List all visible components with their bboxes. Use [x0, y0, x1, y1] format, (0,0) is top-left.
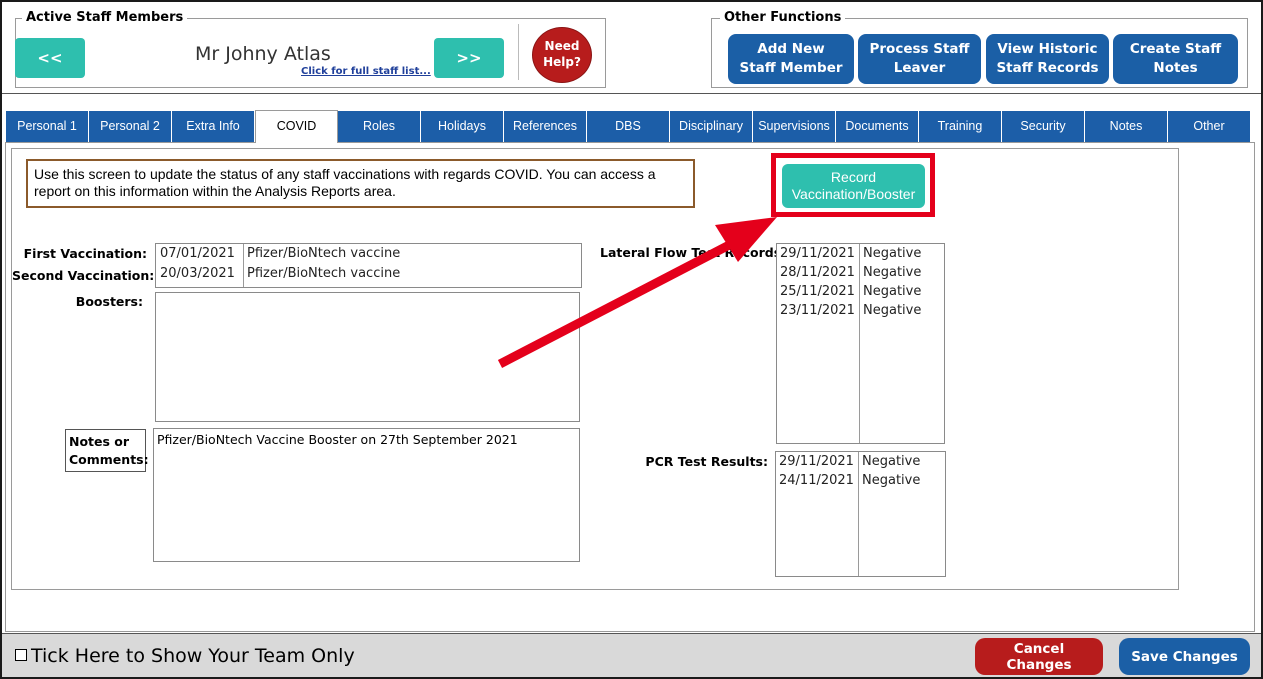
process-staff-leaver-button[interactable]: Process Staff Leaver	[858, 34, 981, 84]
btn-line: Record	[830, 169, 877, 185]
date: 29/11/2021	[780, 246, 855, 261]
save-changes-button[interactable]: Save Changes	[1119, 638, 1250, 675]
tab-other[interactable]: Other	[1168, 111, 1251, 142]
tab-notes[interactable]: Notes	[1085, 111, 1168, 142]
tab-dbs[interactable]: DBS	[587, 111, 670, 142]
result: Negative	[863, 284, 922, 299]
btn-line: Staff Member	[739, 60, 843, 76]
btn-line: Create Staff	[1129, 41, 1222, 57]
btn-line: Notes	[1153, 60, 1198, 76]
boosters-list[interactable]	[155, 292, 580, 422]
help-line-2: Help?	[543, 55, 581, 69]
next-staff-button[interactable]: >>	[434, 38, 504, 78]
second-vaccination-label: Second Vaccination:	[12, 268, 155, 283]
date: 20/03/2021	[160, 266, 235, 281]
team-only-label: Tick Here to Show Your Team Only	[31, 645, 355, 667]
view-historic-records-button[interactable]: View Historic Staff Records	[986, 34, 1109, 84]
label-line: Comments:	[69, 452, 149, 467]
tab-covid[interactable]: COVID	[255, 110, 338, 143]
tab-disciplinary[interactable]: Disciplinary	[670, 111, 753, 142]
vaccine: Pfizer/BioNtech vaccine	[247, 266, 401, 281]
btn-line: Staff Records	[996, 60, 1099, 76]
notes-label: Notes or Comments:	[65, 429, 149, 472]
column-divider	[858, 452, 859, 576]
btn-line: Vaccination/Booster	[791, 186, 916, 202]
pcr-list[interactable]: 29/11/2021 Negative 24/11/2021 Negative	[775, 451, 946, 577]
btn-line: View Historic	[997, 41, 1098, 57]
tab-supervisions[interactable]: Supervisions	[753, 111, 836, 142]
previous-staff-button[interactable]: <<	[15, 38, 85, 78]
result: Negative	[862, 454, 921, 469]
tab-personal-2[interactable]: Personal 2	[89, 111, 172, 142]
date: 24/11/2021	[779, 473, 854, 488]
result: Negative	[863, 303, 922, 318]
boosters-label: Boosters:	[75, 294, 143, 309]
tab-documents[interactable]: Documents	[836, 111, 919, 142]
column-divider	[859, 244, 860, 443]
checkbox-box[interactable]	[15, 649, 27, 661]
column-divider	[243, 244, 244, 287]
info-message: Use this screen to update the status of …	[26, 159, 695, 208]
btn-line: Process Staff	[869, 41, 970, 57]
lateral-flow-label: Lateral Flow Test Records:	[600, 245, 787, 260]
tab-holidays[interactable]: Holidays	[421, 111, 504, 142]
pcr-label: PCR Test Results:	[645, 454, 768, 469]
lateral-flow-list[interactable]: 29/11/2021 Negative 28/11/2021 Negative …	[776, 243, 945, 444]
label-line: Notes or	[69, 434, 130, 449]
date: 23/11/2021	[780, 303, 855, 318]
btn-line: Leaver	[893, 60, 946, 76]
tab-security[interactable]: Security	[1002, 111, 1085, 142]
need-help-button[interactable]: Need Help?	[532, 27, 592, 83]
active-staff-title: Active Staff Members	[22, 10, 188, 25]
result: Negative	[863, 246, 922, 261]
result: Negative	[862, 473, 921, 488]
cancel-changes-button[interactable]: Cancel Changes	[975, 638, 1103, 675]
help-line-1: Need	[544, 39, 580, 53]
tab-personal-1[interactable]: Personal 1	[6, 111, 89, 142]
staff-name: Mr Johny Atlas	[195, 43, 331, 65]
add-new-staff-button[interactable]: Add New Staff Member	[728, 34, 854, 84]
full-staff-list-link[interactable]: Click for full staff list...	[301, 66, 431, 77]
date: 25/11/2021	[780, 284, 855, 299]
create-staff-notes-button[interactable]: Create Staff Notes	[1113, 34, 1238, 84]
record-vaccination-button[interactable]: Record Vaccination/Booster	[782, 164, 925, 208]
vaccine: Pfizer/BioNtech vaccine	[247, 246, 401, 261]
other-functions-title: Other Functions	[720, 10, 846, 25]
date: 29/11/2021	[779, 454, 854, 469]
result: Negative	[863, 265, 922, 280]
date: 07/01/2021	[160, 246, 235, 261]
header-divider	[2, 93, 1261, 94]
notes-textarea[interactable]: Pfizer/BioNtech Vaccine Booster on 27th …	[153, 428, 580, 562]
tab-training[interactable]: Training	[919, 111, 1002, 142]
divider	[518, 24, 519, 80]
tab-references[interactable]: References	[504, 111, 587, 142]
first-vaccination-label: First Vaccination:	[23, 246, 147, 261]
tab-roles[interactable]: Roles	[338, 111, 421, 142]
btn-line: Add New	[757, 41, 825, 57]
vaccination-list[interactable]: 07/01/2021 Pfizer/BioNtech vaccine 20/03…	[155, 243, 582, 288]
tab-extra-info[interactable]: Extra Info	[172, 111, 255, 142]
date: 28/11/2021	[780, 265, 855, 280]
